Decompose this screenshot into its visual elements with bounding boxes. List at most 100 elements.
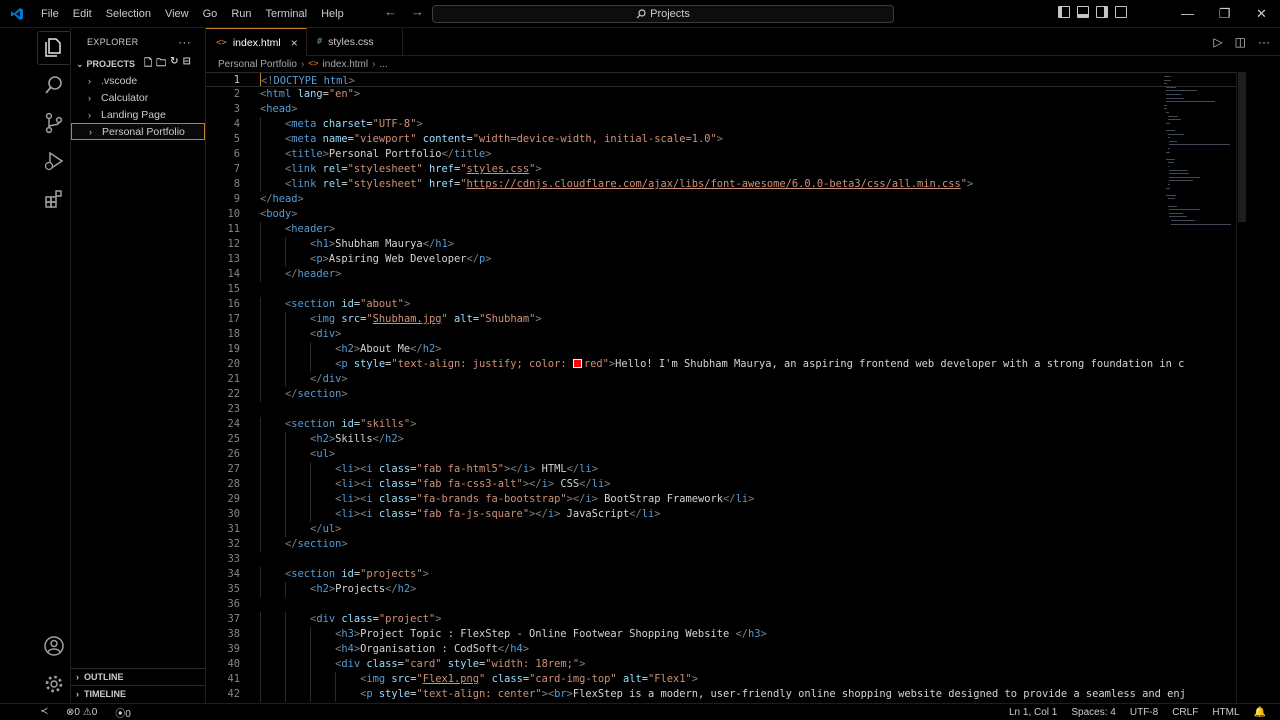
- notifications-bell-icon[interactable]: 🔔: [1254, 707, 1266, 718]
- refresh-icon[interactable]: ↻: [170, 56, 178, 73]
- more-actions-icon[interactable]: ···: [1258, 35, 1270, 49]
- timeline-section[interactable]: › TIMELINE: [71, 685, 205, 702]
- run-debug-icon[interactable]: [0, 142, 71, 180]
- more-actions-icon[interactable]: ···: [178, 35, 191, 49]
- scrollbar-thumb[interactable]: [1238, 72, 1246, 222]
- code-line[interactable]: 25 <h2>Skills</h2>: [206, 432, 1246, 447]
- forward-arrow-icon[interactable]: →: [411, 4, 424, 19]
- code-line[interactable]: 42 <p style="text-align: center"><br>Fle…: [206, 687, 1246, 702]
- code-line[interactable]: 22 </section>: [206, 387, 1246, 402]
- command-center-search[interactable]: Projects: [432, 5, 894, 23]
- close-window-icon[interactable]: ✕: [1243, 0, 1280, 28]
- menu-file[interactable]: File: [34, 0, 66, 28]
- menu-go[interactable]: Go: [196, 0, 225, 28]
- minimize-icon[interactable]: —: [1169, 0, 1206, 28]
- new-file-icon[interactable]: 🗋: [144, 56, 152, 73]
- back-arrow-icon[interactable]: ←: [384, 4, 397, 19]
- tab-styles-css[interactable]: # styles.css: [307, 28, 403, 56]
- code-line[interactable]: 40 <div class="card" style="width: 18rem…: [206, 657, 1246, 672]
- extensions-icon[interactable]: [0, 180, 71, 218]
- explorer-icon[interactable]: [0, 28, 71, 66]
- code-line[interactable]: 12 <h1>Shubham Maurya</h1>: [206, 237, 1246, 252]
- code-line[interactable]: 33: [206, 552, 1246, 567]
- run-file-icon[interactable]: ▷: [1213, 35, 1222, 49]
- menu-help[interactable]: Help: [314, 0, 351, 28]
- code-line[interactable]: 26 <ul>: [206, 447, 1246, 462]
- code-line[interactable]: 5 <meta name="viewport" content="width=d…: [206, 132, 1246, 147]
- code-line[interactable]: 32 </section>: [206, 537, 1246, 552]
- code-line[interactable]: 28 <li><i class="fab fa-css3-alt"></i> C…: [206, 477, 1246, 492]
- split-editor-icon[interactable]: ◫: [1235, 35, 1246, 49]
- menu-run[interactable]: Run: [224, 0, 258, 28]
- close-tab-icon[interactable]: ×: [291, 36, 298, 50]
- code-line[interactable]: 19 <h2>About Me</h2>: [206, 342, 1246, 357]
- ports-indicator[interactable]: ⦿0: [115, 705, 131, 720]
- menu-view[interactable]: View: [158, 0, 196, 28]
- menu-terminal[interactable]: Terminal: [259, 0, 315, 28]
- code-line[interactable]: 24 <section id="skills">: [206, 417, 1246, 432]
- minimap[interactable]: [1160, 72, 1236, 232]
- problems-indicator[interactable]: ⊗0 ⚠0: [66, 707, 97, 718]
- code-line[interactable]: 41 <img src="Flex1.png" class="card-img-…: [206, 672, 1246, 687]
- code-line[interactable]: 34 <section id="projects">: [206, 567, 1246, 582]
- code-line[interactable]: 2 <html lang="en">: [206, 87, 1246, 102]
- code-line[interactable]: 14 </header>: [206, 267, 1246, 282]
- indentation[interactable]: Spaces: 4: [1071, 707, 1115, 718]
- code-line[interactable]: 13 <p>Aspiring Web Developer</p>: [206, 252, 1246, 267]
- new-folder-icon[interactable]: 🗀: [156, 56, 166, 73]
- breadcrumb-folder[interactable]: Personal Portfolio: [218, 59, 297, 70]
- code-line[interactable]: 29 <li><i class="fa-brands fa-bootstrap"…: [206, 492, 1246, 507]
- code-line[interactable]: 36: [206, 597, 1246, 612]
- code-line[interactable]: 10 <body>: [206, 207, 1246, 222]
- code-line[interactable]: 38 <h3>Project Topic : FlexStep - Online…: [206, 627, 1246, 642]
- collapse-all-icon[interactable]: ⊟: [183, 56, 191, 73]
- search-view-icon[interactable]: [0, 66, 71, 104]
- code-line[interactable]: 23: [206, 402, 1246, 417]
- restore-icon[interactable]: ❐: [1206, 0, 1243, 28]
- toggle-primary-sidebar-icon[interactable]: [1058, 6, 1070, 18]
- customize-layout-icon[interactable]: [1115, 6, 1127, 18]
- cursor-position[interactable]: Ln 1, Col 1: [1009, 707, 1057, 718]
- code-line[interactable]: 4 <meta charset="UTF-8">: [206, 117, 1246, 132]
- remote-indicator-icon[interactable]: ≺: [40, 706, 48, 717]
- code-line[interactable]: 15: [206, 282, 1246, 297]
- code-line[interactable]: 31 </ul>: [206, 522, 1246, 537]
- tree-item-calculator[interactable]: › Calculator: [71, 89, 205, 106]
- code-line[interactable]: 3 <head>: [206, 102, 1246, 117]
- end-of-line[interactable]: CRLF: [1172, 707, 1198, 718]
- tree-item-landing-page[interactable]: › Landing Page: [71, 106, 205, 123]
- tree-item-personal-portfolio[interactable]: › Personal Portfolio: [71, 123, 205, 140]
- vertical-scrollbar[interactable]: [1236, 72, 1246, 703]
- code-line[interactable]: 30 <li><i class="fab fa-js-square"></i> …: [206, 507, 1246, 522]
- code-line[interactable]: 16 <section id="about">: [206, 297, 1246, 312]
- language-mode[interactable]: HTML: [1212, 707, 1239, 718]
- outline-section[interactable]: › OUTLINE: [71, 668, 205, 685]
- code-line[interactable]: 37 <div class="project">: [206, 612, 1246, 627]
- accounts-icon[interactable]: [0, 627, 71, 665]
- breadcrumb-symbol[interactable]: ...: [379, 59, 387, 70]
- code-line[interactable]: 1 <!DOCTYPE html>: [206, 72, 1246, 87]
- code-line[interactable]: 9 </head>: [206, 192, 1246, 207]
- projects-section-header[interactable]: ⌄ PROJECTS 🗋 🗀 ↻ ⊟: [71, 56, 205, 72]
- source-control-icon[interactable]: [0, 104, 71, 142]
- code-line[interactable]: 6 <title>Personal Portfolio</title>: [206, 147, 1246, 162]
- menu-selection[interactable]: Selection: [99, 0, 158, 28]
- code-line[interactable]: 21 </div>: [206, 372, 1246, 387]
- code-editor[interactable]: 1 <!DOCTYPE html> 2 <html lang="en"> 3 <head>…: [206, 72, 1246, 703]
- code-line[interactable]: 27 <li><i class="fab fa-html5"></i> HTML…: [206, 462, 1246, 477]
- code-line[interactable]: 7 <link rel="stylesheet" href="styles.cs…: [206, 162, 1246, 177]
- code-line[interactable]: 39 <h4>Organisation : CodSoft</h4>: [206, 642, 1246, 657]
- toggle-panel-icon[interactable]: [1077, 6, 1089, 18]
- code-line[interactable]: 17 <img src="Shubham.jpg" alt="Shubham">: [206, 312, 1246, 327]
- encoding[interactable]: UTF-8: [1130, 707, 1158, 718]
- code-line[interactable]: 8 <link rel="stylesheet" href="https://c…: [206, 177, 1246, 192]
- code-line[interactable]: 11 <header>: [206, 222, 1246, 237]
- tree-item-vscode[interactable]: › .vscode: [71, 72, 205, 89]
- breadcrumb-file[interactable]: index.html: [323, 59, 369, 70]
- code-line[interactable]: 35 <h2>Projects</h2>: [206, 582, 1246, 597]
- tab-index-html[interactable]: <> index.html ×: [206, 28, 307, 56]
- code-line[interactable]: 20 <p style="text-align: justify; color:…: [206, 357, 1246, 372]
- toggle-secondary-sidebar-icon[interactable]: [1096, 6, 1108, 18]
- menu-edit[interactable]: Edit: [66, 0, 99, 28]
- manage-gear-icon[interactable]: [0, 665, 71, 703]
